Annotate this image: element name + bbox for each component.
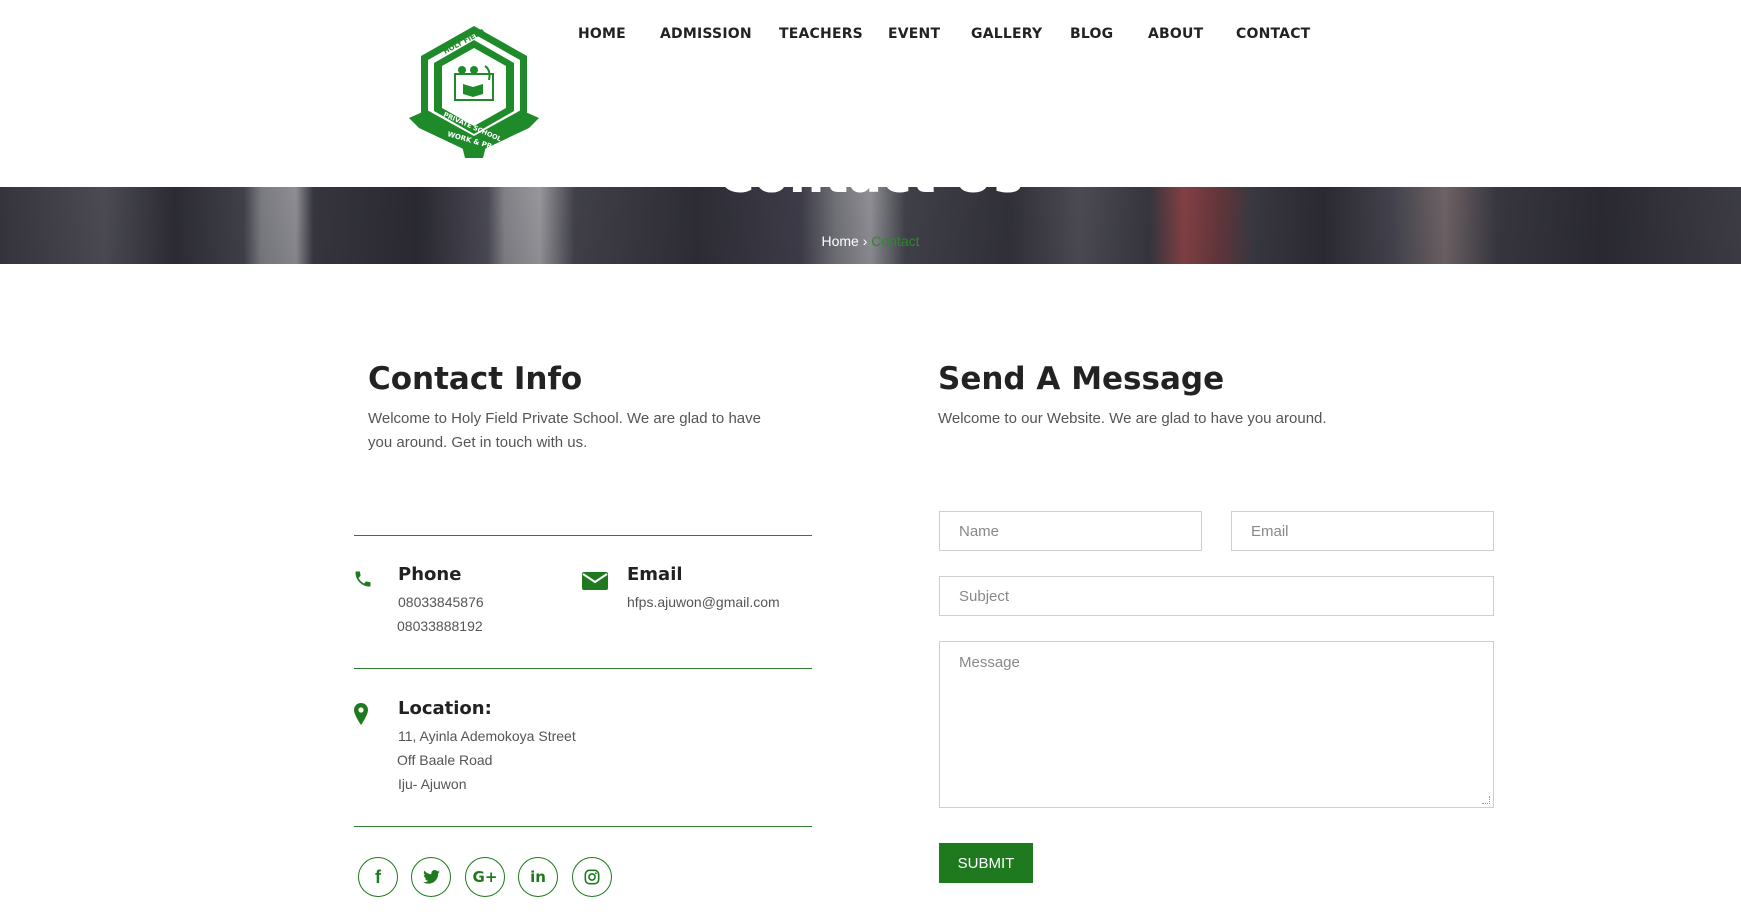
- contact-info-heading: Contact Info: [368, 361, 583, 397]
- phone-number-2[interactable]: 08033888192: [397, 618, 483, 634]
- instagram-icon: [584, 869, 600, 885]
- email-title: Email: [627, 564, 683, 585]
- send-message-lead: Welcome to our Website. We are glad to h…: [938, 410, 1327, 427]
- facebook-button[interactable]: f: [358, 857, 398, 897]
- send-message-heading: Send A Message: [938, 361, 1225, 397]
- breadcrumb-current: Contact: [871, 233, 920, 249]
- subject-input[interactable]: Subject: [939, 576, 1494, 616]
- google-plus-button[interactable]: G+: [465, 857, 505, 897]
- email-placeholder: Email: [1251, 522, 1289, 540]
- name-placeholder: Name: [959, 522, 1000, 540]
- nav-contact[interactable]: CONTACT: [1236, 26, 1310, 42]
- nav-blog[interactable]: BLOG: [1070, 26, 1113, 42]
- linkedin-button[interactable]: in: [518, 857, 558, 897]
- breadcrumb-home[interactable]: Home: [821, 233, 858, 249]
- message-textarea[interactable]: Message: [939, 641, 1494, 808]
- location-title: Location:: [398, 698, 492, 719]
- message-placeholder: Message: [959, 654, 1020, 671]
- nav-home[interactable]: HOME: [578, 26, 626, 42]
- main-nav: HOME ADMISSION TEACHERS EVENT GALLERY BL…: [0, 26, 1741, 46]
- phone-number-1[interactable]: 08033845876: [398, 594, 484, 610]
- nav-event[interactable]: EVENT: [888, 26, 940, 42]
- map-pin-icon: [354, 703, 368, 725]
- twitter-button[interactable]: [411, 857, 451, 897]
- instagram-button[interactable]: [572, 857, 612, 897]
- facebook-icon: f: [375, 866, 381, 887]
- phone-title: Phone: [398, 564, 462, 585]
- nav-about[interactable]: ABOUT: [1148, 26, 1203, 42]
- divider: [354, 826, 812, 827]
- name-input[interactable]: Name: [939, 511, 1202, 551]
- twitter-icon: [422, 870, 440, 884]
- nav-teachers[interactable]: TEACHERS: [779, 26, 863, 42]
- envelope-icon: [582, 572, 608, 590]
- site-header: HOLY FIELD PRIVATE SCHOOL WORK & PRAY HO…: [0, 0, 1741, 187]
- subject-placeholder: Subject: [959, 587, 1010, 605]
- divider: [354, 668, 812, 669]
- phone-icon: [355, 571, 371, 587]
- location-line-1: 11, Ayinla Ademokoya Street: [398, 728, 576, 744]
- google-plus-icon: G+: [472, 868, 498, 886]
- nav-admission[interactable]: ADMISSION: [660, 26, 752, 42]
- textarea-resize-handle[interactable]: [1482, 796, 1490, 804]
- email-input[interactable]: Email: [1231, 511, 1494, 551]
- nav-gallery[interactable]: GALLERY: [971, 26, 1042, 42]
- location-line-3: Iju- Ajuwon: [398, 776, 467, 792]
- submit-button[interactable]: SUBMIT: [939, 843, 1033, 883]
- divider: [354, 535, 812, 536]
- contact-info-lead: Welcome to Holy Field Private School. We…: [368, 410, 761, 451]
- location-line-2: Off Baale Road: [397, 752, 493, 768]
- email-value[interactable]: hfps.ajuwon@gmail.com: [627, 594, 780, 610]
- breadcrumb: Home › Contact: [0, 233, 1741, 249]
- linkedin-icon: in: [530, 868, 546, 886]
- breadcrumb-separator: ›: [862, 233, 868, 249]
